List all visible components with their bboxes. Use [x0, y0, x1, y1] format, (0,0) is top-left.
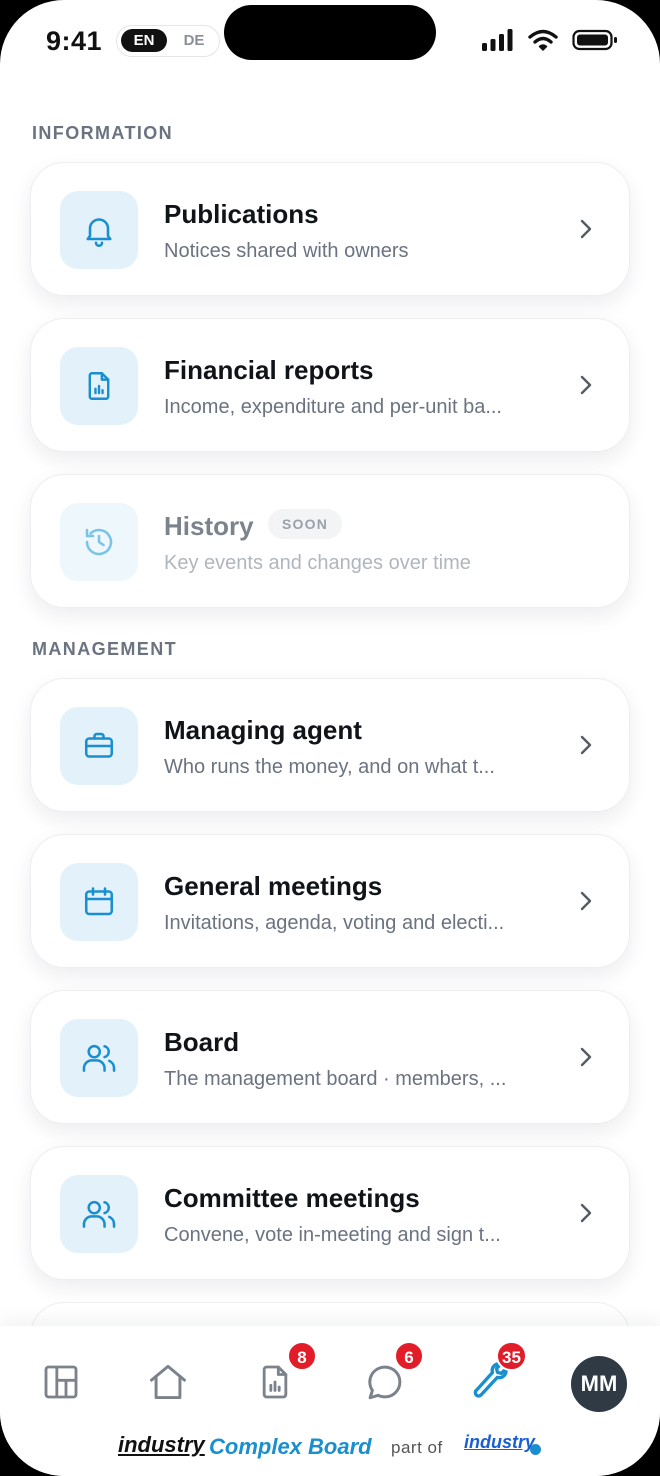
report-icon [60, 347, 138, 425]
users-icon [60, 1175, 138, 1253]
section-label-management: MANAGEMENT [32, 639, 177, 659]
footer-branding: industry Complex Board part of industry [0, 1430, 660, 1464]
chevron-right-icon [579, 890, 593, 917]
menu-card-history: History SOON Key events and changes over… [30, 474, 630, 608]
card-title: History [164, 511, 254, 541]
lang-option-de[interactable]: DE [173, 29, 215, 52]
reports-badge: 8 [287, 1341, 317, 1371]
dashboard-icon [41, 1362, 81, 1407]
parent-brand-logo: industry [464, 1432, 536, 1452]
card-subtitle: Income, expenditure and per-unit ba... [164, 396, 502, 418]
history-icon [60, 503, 138, 581]
card-subtitle: Who runs the money, and on what t... [164, 756, 495, 778]
nav-dashboard-button[interactable] [31, 1354, 91, 1414]
part-of-label: part of [391, 1438, 443, 1457]
card-subtitle: The management board · members, ... [164, 1068, 507, 1090]
card-subtitle: Key events and changes over time [164, 552, 471, 574]
menu-card-committee-meetings[interactable]: Committee meetings Convene, vote in-meet… [30, 1146, 630, 1280]
nav-home-button[interactable] [138, 1354, 198, 1414]
status-time: 9:41 [46, 26, 103, 56]
status-bar: 9:41 EN DE [0, 0, 660, 90]
lang-option-en[interactable]: EN [121, 29, 167, 52]
card-title: Committee meetings [164, 1183, 420, 1213]
section-label-information: INFORMATION [32, 123, 174, 143]
reports-icon [255, 1362, 295, 1407]
chevron-right-icon [579, 734, 593, 761]
brand-logo-secondary: Complex Board [209, 1434, 372, 1459]
briefcase-icon [60, 707, 138, 785]
calendar-icon [60, 863, 138, 941]
menu-card-financial-reports[interactable]: Financial reports Income, expenditure an… [30, 318, 630, 452]
card-subtitle: Convene, vote in-meeting and sign t... [164, 1224, 501, 1246]
dynamic-island [224, 5, 436, 60]
users-icon [60, 1019, 138, 1097]
card-subtitle: Invitations, agenda, voting and electi..… [164, 912, 505, 934]
chevron-right-icon [579, 374, 593, 401]
wifi-icon [527, 29, 558, 56]
parent-brand-mark [530, 1444, 541, 1455]
home-icon [146, 1360, 190, 1409]
chevron-right-icon [579, 218, 593, 245]
card-title: Board [164, 1027, 240, 1057]
status-icons [481, 29, 618, 55]
chat-badge: 6 [394, 1341, 424, 1371]
chevron-right-icon [579, 1046, 593, 1073]
card-title: Financial reports [164, 355, 374, 385]
brand-logo-primary: industry [118, 1432, 205, 1457]
card-title: Publications [164, 199, 319, 229]
menu-card-managing-agent[interactable]: Managing agent Who runs the money, and o… [30, 678, 630, 812]
language-toggle[interactable]: EN DE [116, 25, 220, 57]
card-subtitle: Notices shared with owners [164, 240, 409, 262]
card-title: Managing agent [164, 715, 362, 745]
avatar[interactable]: MM [571, 1356, 627, 1412]
phone-screen: 9:41 EN DE INFORMATION Publications Noti… [0, 0, 660, 1476]
battery-icon [572, 29, 618, 56]
menu-card-publications[interactable]: Publications Notices shared with owners [30, 162, 630, 296]
card-title: General meetings [164, 871, 383, 901]
soon-badge: SOON [268, 509, 343, 539]
menu-card-board[interactable]: Board The management board · members, ..… [30, 990, 630, 1124]
tools-badge: 35 [496, 1341, 527, 1371]
signal-icon [481, 29, 515, 56]
menu-card-general-meetings[interactable]: General meetings Invitations, agenda, vo… [30, 834, 630, 968]
bell-icon [60, 191, 138, 269]
chevron-right-icon [579, 1202, 593, 1229]
